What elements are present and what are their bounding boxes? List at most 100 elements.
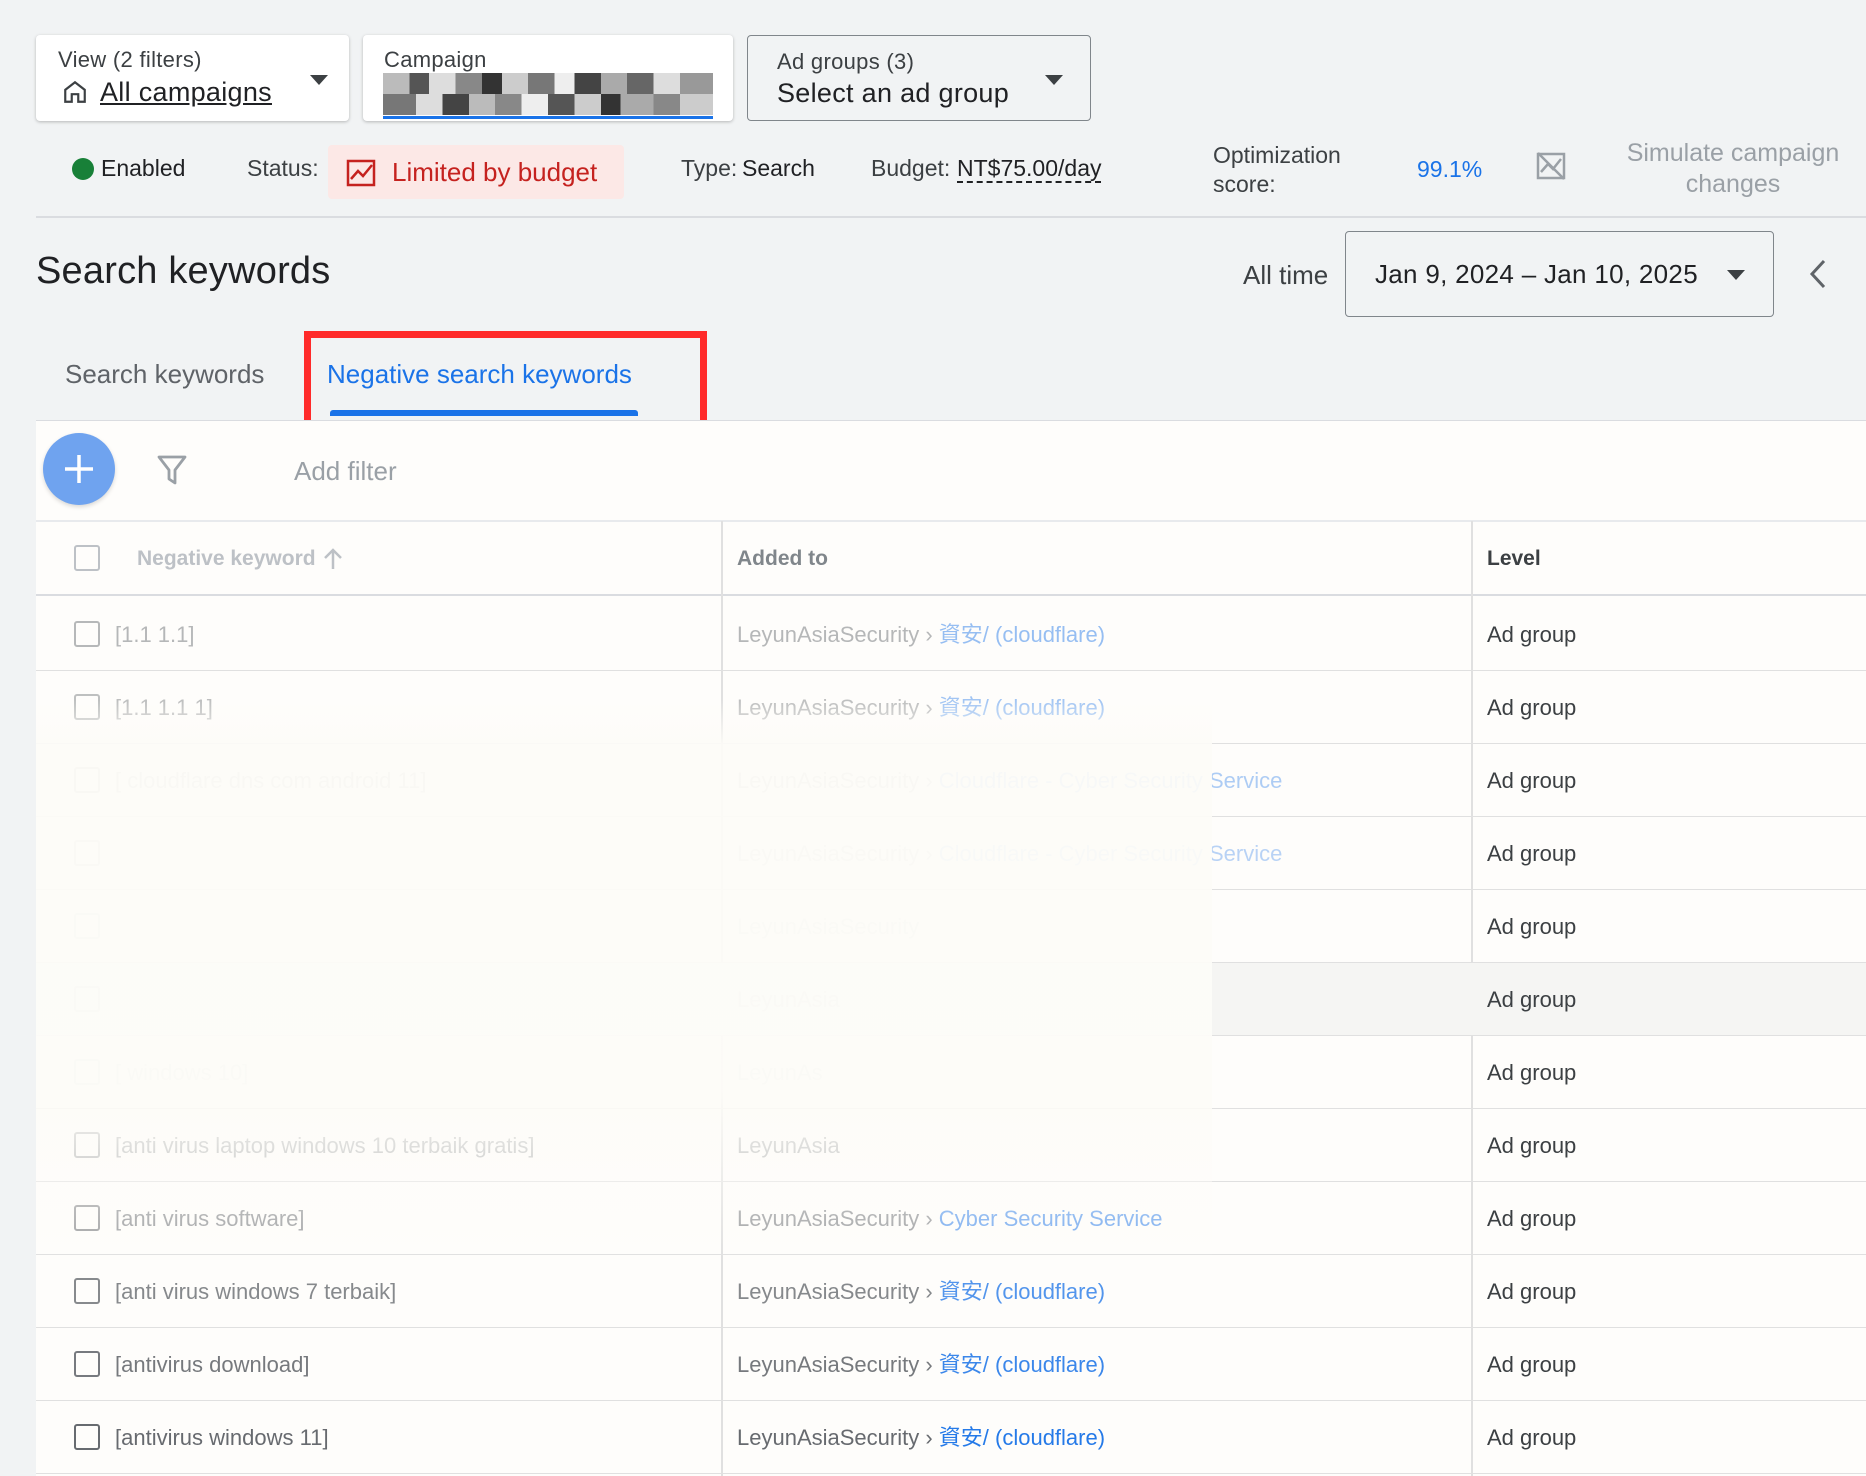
level-cell: Ad group (1487, 987, 1577, 1012)
ad-group-link[interactable]: Cyber Security Service (939, 1206, 1163, 1231)
account-link[interactable]: LeyunAsiaSecurity (737, 1425, 919, 1450)
add-button[interactable] (43, 433, 115, 505)
chevron-down-icon (310, 75, 328, 85)
account-link[interactable]: LeyunAsiaSecurity (737, 1206, 919, 1231)
table-row[interactable]: [anti virus laptop windows 10 terbaik gr… (36, 1109, 1866, 1182)
negative-keyword-cell: [antivirus download] (115, 1352, 310, 1377)
breadcrumb-separator: › (919, 768, 939, 793)
account-link[interactable]: LeyunAsiaSecurity (737, 841, 919, 866)
account-link[interactable]: LeyunAsia (737, 1133, 840, 1158)
optimization-score-label-2: score: (1213, 171, 1276, 197)
negative-keyword-cell: [1.1 1.1] (115, 622, 195, 647)
select-all-checkbox[interactable] (74, 545, 100, 571)
account-link[interactable]: LeyunAsiaSecurity (737, 768, 919, 793)
account-link[interactable]: LeyunAsiaSecurity (737, 622, 919, 647)
table-row[interactable]: [anti virus software] LeyunAsiaSecurity ›… (36, 1182, 1866, 1255)
added-to-cell: LeyunAsiaSecurity › 資安/ (cloudflare) (737, 1255, 1105, 1328)
date-range-picker[interactable]: Jan 9, 2024 – Jan 10, 2025 (1345, 231, 1774, 317)
column-header-negative-keyword[interactable]: Negative keyword (137, 547, 316, 571)
row-checkbox[interactable] (74, 1205, 100, 1231)
table-row[interactable]: LeyunAsiaSecurity › Cloudflare - Cyber S… (36, 817, 1866, 890)
add-filter-button[interactable]: Add filter (294, 456, 397, 487)
account-link[interactable]: LeyunAsiaSecurity (737, 1279, 919, 1304)
breadcrumb-separator: › (919, 1279, 939, 1304)
filter-icon[interactable] (156, 453, 188, 487)
row-checkbox[interactable] (74, 694, 100, 720)
level-cell: Ad group (1487, 1352, 1577, 1377)
account-link[interactable]: LeyunAsiaSecurity (737, 914, 919, 939)
row-checkbox[interactable] (74, 1424, 100, 1450)
campaign-selector[interactable]: Campaign (363, 35, 733, 121)
level-cell: Ad group (1487, 1060, 1577, 1085)
row-checkbox[interactable] (74, 1059, 100, 1085)
table-header: Negative keyword Added to Level (36, 521, 1866, 596)
status-divider (36, 216, 1866, 218)
column-header-added-to[interactable]: Added to (737, 547, 828, 571)
added-to-cell: LeyunAsiaSecurity › 資安/ (cloudflare) (737, 671, 1105, 744)
level-cell: Ad group (1487, 695, 1577, 720)
row-checkbox[interactable] (74, 986, 100, 1012)
ad-group-link[interactable]: 資安/ (cloudflare) (939, 1425, 1105, 1450)
ad-group-link[interactable]: Cloudflare - Cyber Security Service (939, 841, 1283, 866)
optimization-score-value[interactable]: 99.1% (1417, 156, 1482, 183)
account-link[interactable]: LeyunAsiaSecurity (737, 1352, 919, 1377)
campaign-selector-underline (383, 116, 713, 119)
ad-groups-selector-value: Select an ad group (777, 78, 1010, 108)
highlight-annotation-box (304, 331, 707, 431)
chevron-left-icon[interactable] (1806, 257, 1830, 291)
ad-groups-selector[interactable]: Ad groups (3) Select an ad group (747, 35, 1091, 121)
tab-search-keywords[interactable]: Search keywords (65, 359, 264, 390)
page-title: Search keywords (36, 250, 331, 292)
negative-keyword-cell: [anti virus laptop windows 10 terbaik gr… (115, 1133, 535, 1158)
table-row[interactable]: LeyunAsiaSecurity Ad group (36, 890, 1866, 963)
campaign-selector-label: Campaign (384, 47, 487, 72)
ad-group-link[interactable]: 資安/ (cloudflare) (939, 695, 1105, 720)
table-row[interactable]: [ cloudflare dns com android 11] LeyunAsi… (36, 744, 1866, 817)
row-checkbox[interactable] (74, 1132, 100, 1158)
redacted-campaign-name (383, 73, 713, 115)
enabled-label: Enabled (101, 155, 186, 181)
table-row[interactable]: [antivirus windows 11] LeyunAsiaSecurity … (36, 1401, 1866, 1474)
table-row[interactable]: [antivirus download] LeyunAsiaSecurity › … (36, 1328, 1866, 1401)
ad-groups-selector-label: Ad groups (3) (777, 49, 915, 74)
row-checkbox[interactable] (74, 767, 100, 793)
account-link[interactable]: LeyunAsiaSecurity (737, 695, 919, 720)
added-to-cell: LeyunAsiaSecurity › 資安/ (cloudflare) (737, 1401, 1105, 1474)
type-label: Type: (681, 155, 738, 181)
limited-by-budget-badge[interactable]: Limited by budget (328, 145, 624, 199)
added-to-cell: LeyunAsia (737, 1109, 840, 1182)
column-header-level[interactable]: Level (1487, 547, 1541, 571)
level-cell: Ad group (1487, 1133, 1577, 1158)
plus-icon (65, 455, 93, 483)
negative-keyword-cell: [anti virus windows 7 terbaik] (115, 1279, 397, 1304)
simulate-label-1: Simulate campaign (1626, 139, 1840, 167)
view-selector-value: All campaigns (100, 77, 272, 107)
table-row[interactable]: [anti virus windows 7 terbaik] LeyunAsiaS… (36, 1255, 1866, 1328)
breadcrumb-separator: › (919, 1206, 939, 1231)
table-row[interactable]: [1.1 1.1] LeyunAsiaSecurity › 資安/ (cloudf… (36, 598, 1866, 671)
budget-value[interactable]: NT$75.00/day (957, 155, 1102, 183)
row-checkbox[interactable] (74, 1278, 100, 1304)
ad-group-link[interactable]: 資安/ (cloudflare) (939, 1352, 1105, 1377)
ad-group-link[interactable]: 資安/ (cloudflare) (939, 622, 1105, 647)
status-label: Status: (247, 155, 319, 181)
table-row[interactable]: [ windows 10] LeyunAs Ad group (36, 1036, 1866, 1109)
negative-keyword-cell: [anti virus software] (115, 1206, 305, 1231)
table-row[interactable]: LeyunAsia Ad group (36, 963, 1866, 1036)
row-checkbox[interactable] (74, 913, 100, 939)
budget-label: Budget: (871, 155, 951, 181)
account-link[interactable]: LeyunAsia (737, 987, 840, 1012)
table-row[interactable]: [1.1 1.1 1] LeyunAsiaSecurity › 資安/ (clou… (36, 671, 1866, 744)
level-cell: Ad group (1487, 1425, 1577, 1450)
account-link[interactable]: LeyunAs (737, 1060, 823, 1085)
view-selector[interactable]: View (2 filters) All campaigns (36, 35, 349, 121)
arrow-up-icon[interactable] (322, 547, 344, 571)
row-checkbox[interactable] (74, 1351, 100, 1377)
simulate-campaign-changes-button[interactable]: Simulate campaign changes (1600, 138, 1866, 202)
row-checkbox[interactable] (74, 621, 100, 647)
level-cell: Ad group (1487, 841, 1577, 866)
row-checkbox[interactable] (74, 840, 100, 866)
simulate-label-2: changes (1685, 170, 1781, 198)
ad-group-link[interactable]: 資安/ (cloudflare) (939, 1279, 1105, 1304)
ad-group-link[interactable]: Cloudflare - Cyber Security Service (939, 768, 1283, 793)
